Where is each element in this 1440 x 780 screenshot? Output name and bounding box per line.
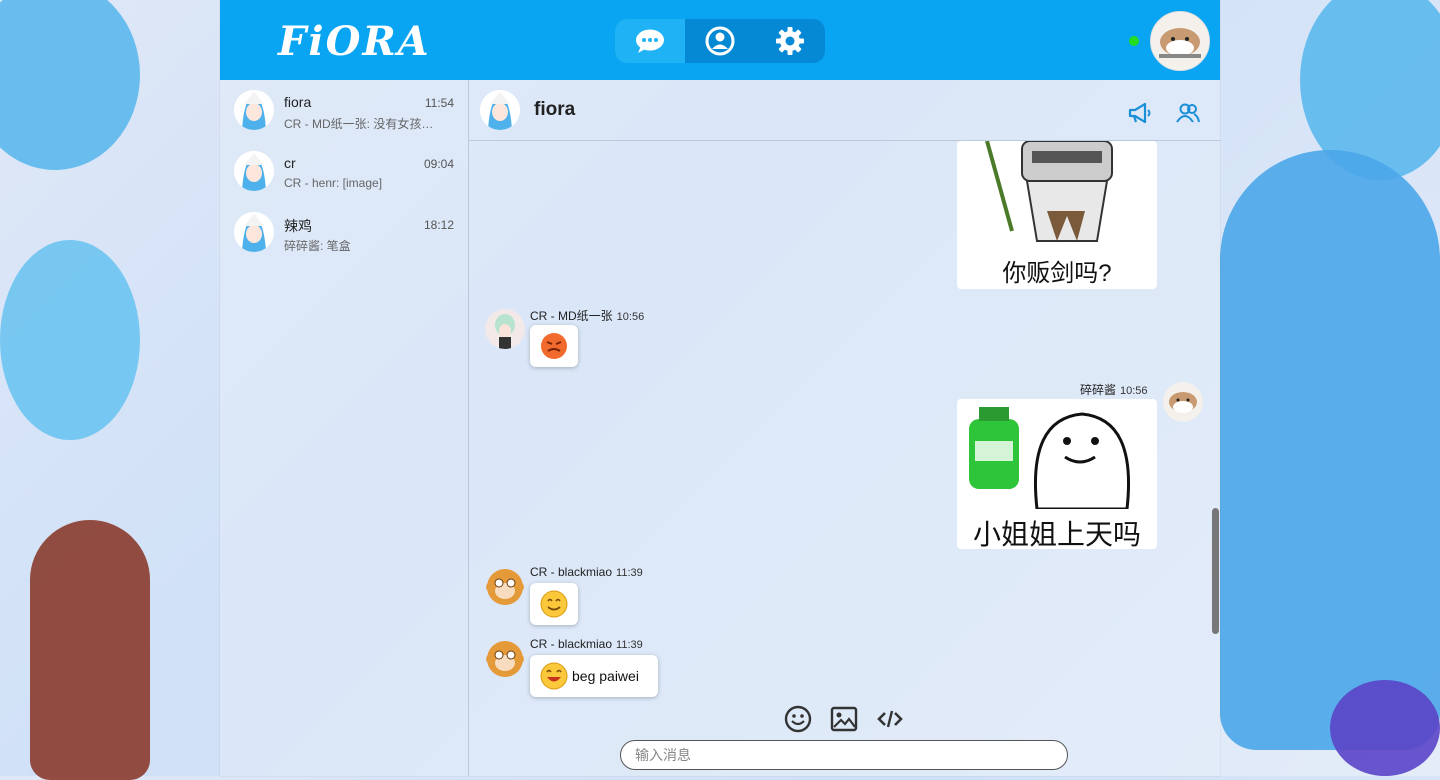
message-text: beg paiwei xyxy=(572,668,639,684)
avatar xyxy=(480,90,520,130)
emoji-icon xyxy=(784,705,812,733)
grin-face-icon xyxy=(540,662,568,690)
chat-bubble-icon xyxy=(636,29,664,53)
image-button[interactable] xyxy=(829,704,859,734)
message-time: 11:39 xyxy=(616,639,643,651)
conversation-time: 18:12 xyxy=(423,218,454,232)
smile-face-icon xyxy=(540,590,568,618)
chat-title: fiora xyxy=(534,99,576,120)
avatar xyxy=(234,212,274,252)
tab-chats[interactable] xyxy=(615,19,685,63)
tab-contacts[interactable] xyxy=(685,19,755,63)
message-bubble[interactable] xyxy=(530,583,578,625)
conversation-preview: CR - henr: [image] xyxy=(284,176,383,190)
sender-name: CR - blackmiao xyxy=(530,565,613,579)
green-bottle-blob-sticker-icon xyxy=(969,407,1131,511)
message-time: 11:39 xyxy=(616,567,643,579)
code-icon xyxy=(877,710,903,728)
message-meta: CR - blackmiao 11:39 xyxy=(530,565,643,579)
sticker-caption: 你贩剑吗? xyxy=(1002,260,1112,287)
avatar[interactable] xyxy=(1163,382,1203,422)
hamster-avatar-icon xyxy=(1151,12,1209,70)
chat-header: fiora xyxy=(469,80,1220,141)
app-logo: FiORA xyxy=(278,18,431,65)
sender-name: 碎碎酱 xyxy=(1080,383,1117,397)
message-sticker[interactable]: 你贩剑吗? xyxy=(957,141,1157,289)
conversation-item[interactable]: fiora 11:54 CR - MD纸一张: 没有女孩… xyxy=(220,80,468,140)
image-icon xyxy=(830,706,858,732)
message-scrollbar[interactable] xyxy=(1212,508,1219,634)
conversation-list: fiora 11:54 CR - MD纸一张: 没有女孩… cr 09:04 C… xyxy=(220,80,469,776)
main-tabs xyxy=(615,19,825,63)
avatar xyxy=(234,151,274,191)
conversation-name: cr xyxy=(284,155,296,171)
gear-icon xyxy=(776,27,804,55)
message-bubble[interactable]: beg paiwei xyxy=(530,655,658,697)
message-time: 10:56 xyxy=(1120,385,1148,397)
top-bar: FiORA xyxy=(220,0,1220,80)
online-status-indicator xyxy=(1129,36,1139,46)
avatar xyxy=(234,90,274,130)
conversation-item[interactable]: 辣鸡 18:12 碎碎酱: 笔盒 xyxy=(220,202,468,262)
sender-name: CR - MD纸一张 xyxy=(530,309,613,323)
avatar[interactable] xyxy=(485,567,525,607)
megaphone-icon[interactable] xyxy=(1127,100,1153,126)
user-circle-icon xyxy=(705,26,735,56)
conversation-name: 辣鸡 xyxy=(284,218,312,234)
avatar[interactable] xyxy=(485,309,525,349)
emoji-button[interactable] xyxy=(783,704,813,734)
conversation-preview: 碎碎酱: 笔盒 xyxy=(284,239,351,253)
angry-face-icon xyxy=(541,333,567,359)
message-input[interactable] xyxy=(620,740,1068,770)
message-sticker[interactable]: 小姐姐上天吗 xyxy=(957,399,1157,549)
conversation-time: 11:54 xyxy=(424,96,454,110)
message-meta: CR - blackmiao 11:39 xyxy=(530,637,643,651)
message-meta: 碎碎酱 10:56 xyxy=(1080,381,1148,398)
message-meta: CR - MD纸一张 10:56 xyxy=(530,307,644,324)
sticker-caption: 小姐姐上天吗 xyxy=(972,519,1141,549)
message-bubble[interactable] xyxy=(530,325,578,367)
sender-name: CR - blackmiao xyxy=(530,637,613,651)
tab-settings[interactable] xyxy=(755,19,825,63)
sword-knight-sticker-icon xyxy=(985,141,1113,242)
code-button[interactable] xyxy=(875,704,905,734)
user-avatar[interactable] xyxy=(1150,11,1210,71)
group-members-icon[interactable] xyxy=(1175,100,1201,126)
conversation-time: 09:04 xyxy=(423,157,454,171)
avatar[interactable] xyxy=(485,639,525,679)
conversation-name: fiora xyxy=(284,94,312,110)
conversation-item[interactable]: cr 09:04 CR - henr: [image] xyxy=(220,141,468,201)
message-time: 10:56 xyxy=(616,311,645,323)
chat-app-window: FiORA fiora 11:54 CR - MD纸一张: 没有女孩… cr 0… xyxy=(220,0,1220,776)
conversation-preview: CR - MD纸一张: 没有女孩… xyxy=(284,117,434,131)
